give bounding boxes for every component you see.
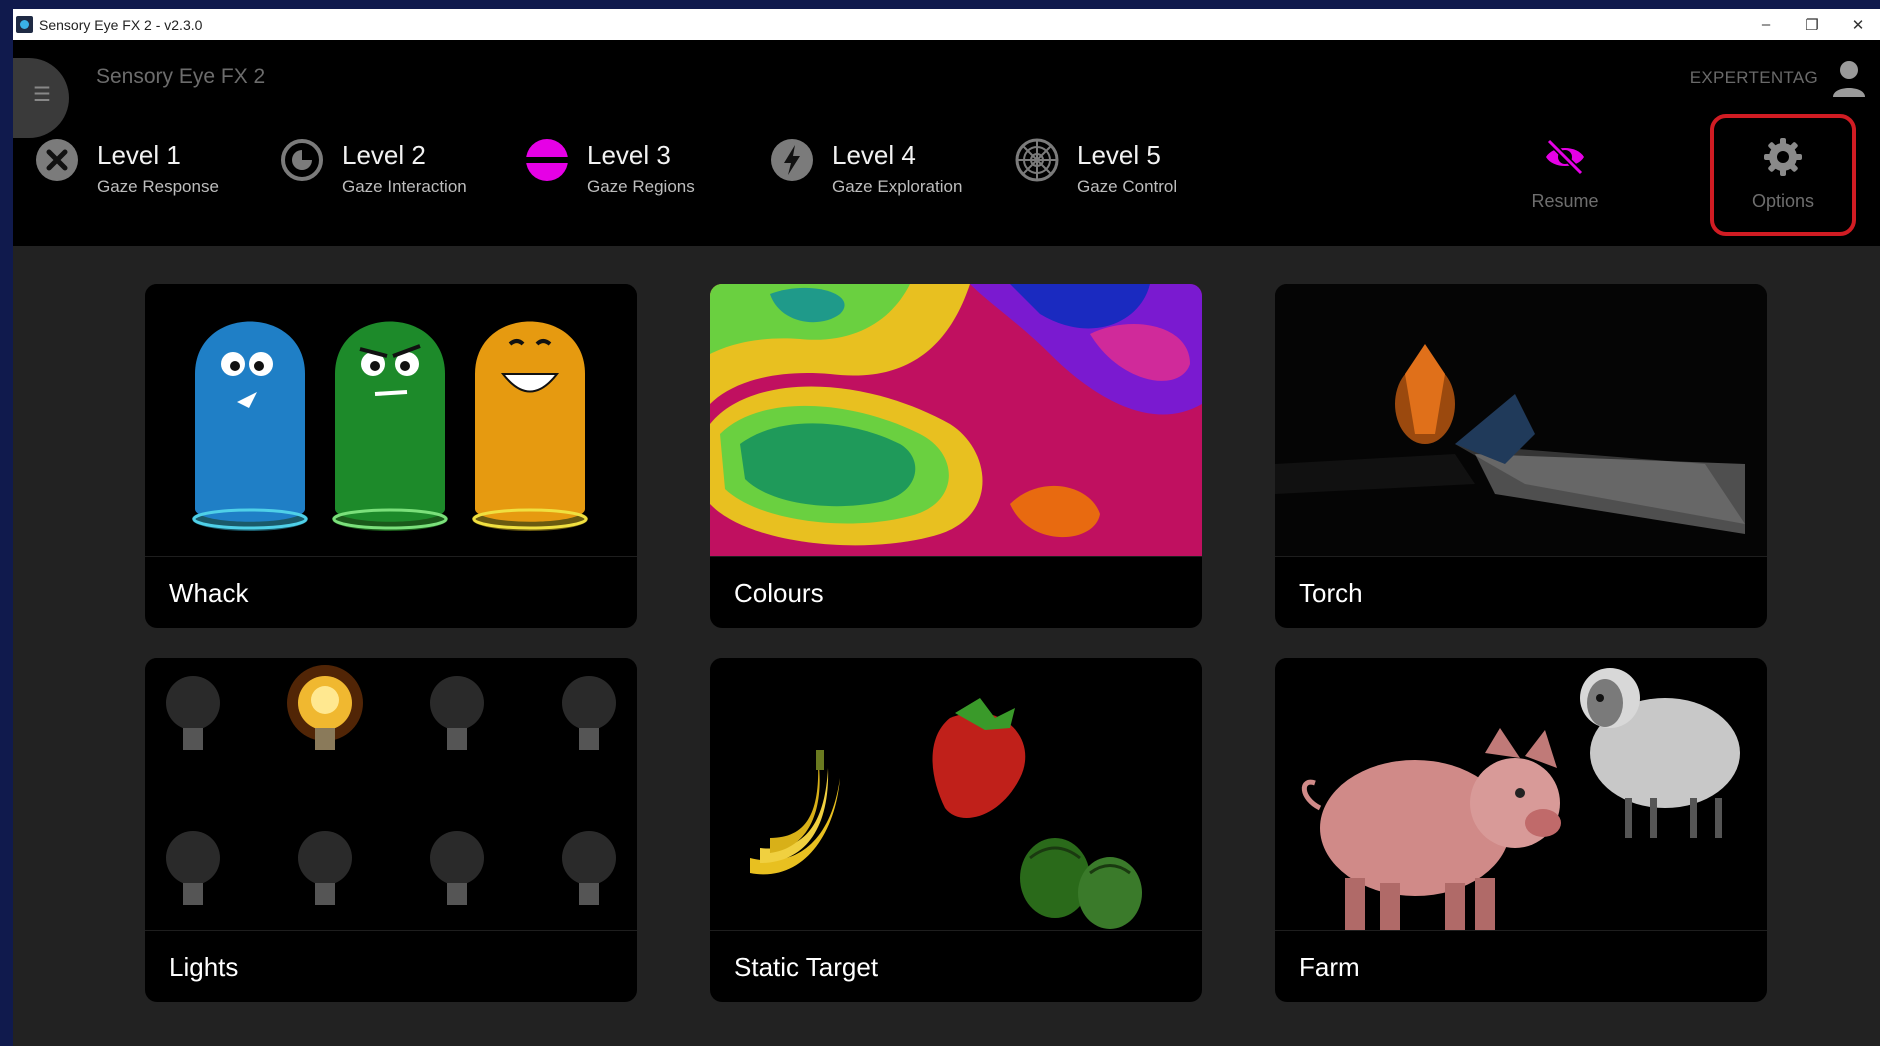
light-bulbs-image (145, 658, 637, 930)
activity-label: Whack (169, 578, 249, 608)
card-divider (1275, 556, 1767, 557)
window-title: Sensory Eye FX 2 - v2.3.0 (39, 16, 203, 33)
activity-card-farm[interactable]: Farm (1275, 658, 1767, 1002)
card-divider (1275, 930, 1767, 931)
level-title: Level 3 (587, 140, 671, 170)
resume-button[interactable]: Resume (1510, 135, 1620, 215)
level-title: Level 5 (1077, 140, 1161, 170)
close-button[interactable]: ✕ (1835, 9, 1880, 40)
activity-label: Torch (1299, 578, 1363, 608)
level-subtitle: Gaze Interaction (342, 177, 467, 196)
activity-label: Colours (734, 578, 824, 608)
restore-button[interactable]: ❐ (1789, 9, 1835, 40)
options-highlight-box (1710, 114, 1856, 236)
level-title: Level 2 (342, 140, 426, 170)
activity-card-lights[interactable]: Lights (145, 658, 637, 1002)
level-title: Level 4 (832, 140, 916, 170)
activity-card-whack[interactable]: Whack (145, 284, 637, 628)
card-divider (710, 556, 1202, 557)
app-logo-icon (16, 16, 33, 33)
activity-card-static-target[interactable]: Static Target (710, 658, 1202, 1002)
activity-label: Farm (1299, 952, 1360, 982)
fruits-image (710, 658, 1202, 930)
app-title: Sensory Eye FX 2 (96, 65, 266, 88)
level-subtitle: Gaze Response (97, 177, 219, 196)
colours-pattern-image (710, 284, 1202, 556)
user-icon[interactable] (1832, 59, 1866, 99)
level-subtitle: Gaze Control (1077, 177, 1178, 196)
activity-card-colours[interactable]: Colours (710, 284, 1202, 628)
card-divider (145, 930, 637, 931)
minimize-button[interactable]: – (1743, 9, 1789, 40)
menu-button[interactable]: ☰ (13, 58, 69, 138)
activity-label: Lights (169, 952, 239, 982)
farm-animals-image (1275, 658, 1767, 930)
activity-card-torch[interactable]: Torch (1275, 284, 1767, 628)
web-icon (1015, 138, 1059, 182)
app-toolbar: ☰ Sensory Eye FX 2 EXPERTENTAG Level 1 G… (13, 40, 1880, 246)
level-subtitle: Gaze Exploration (832, 177, 963, 196)
torch-scene-image (1275, 284, 1767, 556)
app-window: Sensory Eye FX 2 - v2.3.0 – ❐ ✕ ☰ Sensor… (13, 9, 1880, 1046)
card-divider (710, 930, 1202, 931)
close-circle-icon (36, 139, 78, 181)
level-title: Level 1 (97, 140, 181, 170)
window-titlebar: Sensory Eye FX 2 - v2.3.0 – ❐ ✕ (13, 9, 1880, 40)
user-name[interactable]: EXPERTENTAG (1690, 68, 1818, 88)
card-divider (145, 556, 637, 557)
activity-label: Static Target (734, 952, 879, 982)
whack-characters-image (145, 284, 637, 556)
regions-icon (525, 139, 569, 181)
target-circle-icon (281, 139, 323, 181)
eye-off-icon (1546, 138, 1584, 176)
level-subtitle: Gaze Regions (587, 177, 695, 196)
resume-label: Resume (1531, 191, 1599, 211)
lightning-icon (771, 139, 813, 181)
hamburger-icon: ☰ (33, 84, 51, 106)
